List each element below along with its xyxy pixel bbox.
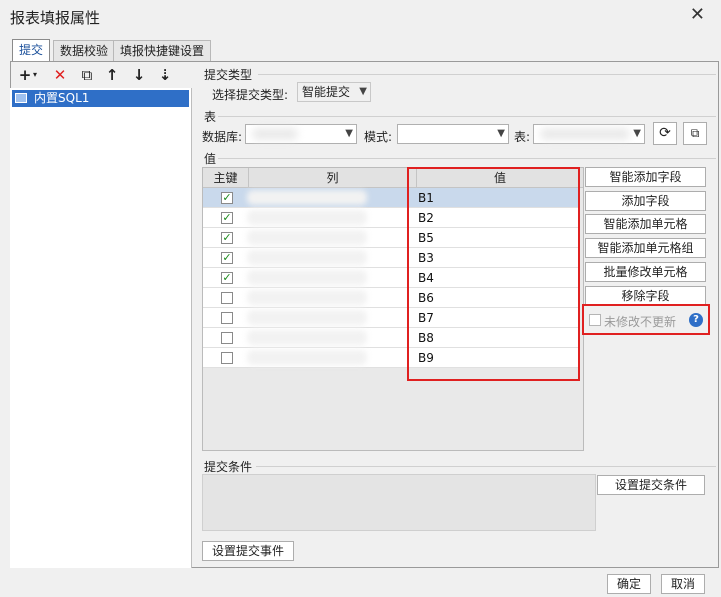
move-down-icon[interactable]: ↓ (130, 66, 148, 84)
divider (256, 466, 716, 467)
no-update-unmodified-label: 未修改不更新 (604, 315, 677, 329)
section-submit-condition: 提交条件 (204, 460, 253, 474)
tab-submit[interactable]: 提交 (12, 39, 51, 61)
header-primary-key: 主键 (203, 168, 249, 188)
primary-key-checkbox[interactable]: ✓ (221, 272, 233, 284)
primary-key-checkbox[interactable] (221, 292, 233, 304)
table-label: 表: (514, 130, 531, 144)
redacted-column-name (247, 210, 367, 225)
divider (218, 116, 716, 117)
primary-key-checkbox[interactable] (221, 332, 233, 344)
redacted-column-name (247, 190, 367, 205)
tab-shortcut-settings[interactable]: 填报快捷键设置 (113, 40, 212, 61)
close-icon[interactable]: ✕ (690, 4, 705, 25)
primary-key-checkbox[interactable]: ✓ (221, 232, 233, 244)
primary-key-checkbox[interactable]: ✓ (221, 252, 233, 264)
primary-key-checkbox[interactable]: ✓ (221, 212, 233, 224)
header-column: 列 (249, 168, 417, 188)
preview-icon[interactable]: ⧉ (683, 122, 707, 145)
cancel-button[interactable]: 取消 (661, 574, 705, 594)
table-icon (15, 93, 27, 103)
ok-button[interactable]: 确定 (607, 574, 651, 594)
chevron-down-icon: ▼ (345, 128, 353, 139)
section-table: 表 (204, 110, 217, 124)
redacted-column-name (247, 310, 367, 325)
chevron-down-icon: ▼ (359, 86, 367, 97)
redacted-column-name (247, 270, 367, 285)
list-item[interactable]: 内置SQL1 (12, 90, 189, 107)
copy-icon[interactable]: ⧉ (78, 66, 96, 84)
refresh-icon[interactable]: ⟳ (653, 122, 677, 145)
redacted-column-name (247, 230, 367, 245)
database-label: 数据库: (202, 130, 243, 144)
move-up-icon[interactable]: ↑ (103, 66, 121, 84)
submit-type-value: 智能提交 (302, 85, 351, 99)
help-icon[interactable]: ? (689, 313, 703, 327)
redacted-column-name (247, 330, 367, 345)
schema-label: 模式: (364, 130, 393, 144)
smart-add-cell-button[interactable]: 智能添加单元格 (585, 214, 706, 234)
chevron-down-icon[interactable]: ▾ (30, 66, 40, 84)
batch-modify-cell-button[interactable]: 批量修改单元格 (585, 262, 706, 282)
chevron-down-icon: ▼ (497, 128, 505, 139)
submit-list (10, 88, 192, 568)
smart-add-cell-group-button[interactable]: 智能添加单元格组 (585, 238, 706, 258)
section-submit-type: 提交类型 (204, 68, 253, 82)
highlight-box (407, 167, 580, 381)
delete-icon[interactable]: ✕ (51, 66, 69, 84)
primary-key-checkbox[interactable]: ✓ (221, 192, 233, 204)
smart-add-field-button[interactable]: 智能添加字段 (585, 167, 706, 187)
redacted-column-name (247, 290, 367, 305)
divider (258, 74, 716, 75)
submit-type-select[interactable]: 智能提交 ▼ (297, 82, 371, 102)
divider (218, 158, 716, 159)
set-submit-event-button[interactable]: 设置提交事件 (202, 541, 294, 561)
redacted-column-name (247, 250, 367, 265)
primary-key-checkbox[interactable] (221, 352, 233, 364)
submit-condition-area[interactable] (202, 474, 596, 531)
section-values: 值 (204, 152, 217, 166)
redacted-text (540, 128, 630, 140)
no-update-unmodified-checkbox[interactable] (589, 314, 601, 326)
primary-key-checkbox[interactable] (221, 312, 233, 324)
submit-type-label: 选择提交类型: (212, 88, 289, 102)
redacted-text (252, 128, 298, 140)
set-submit-condition-button[interactable]: 设置提交条件 (597, 475, 705, 495)
sort-icon[interactable]: ⇣ (156, 66, 174, 84)
schema-select[interactable]: ▼ (397, 124, 509, 144)
chevron-down-icon: ▼ (633, 128, 641, 139)
window-title: 报表填报属性 (10, 9, 101, 27)
tab-data-validation[interactable]: 数据校验 (53, 40, 116, 61)
remove-field-button[interactable]: 移除字段 (585, 286, 706, 306)
redacted-column-name (247, 350, 367, 365)
add-field-button[interactable]: 添加字段 (585, 191, 706, 211)
